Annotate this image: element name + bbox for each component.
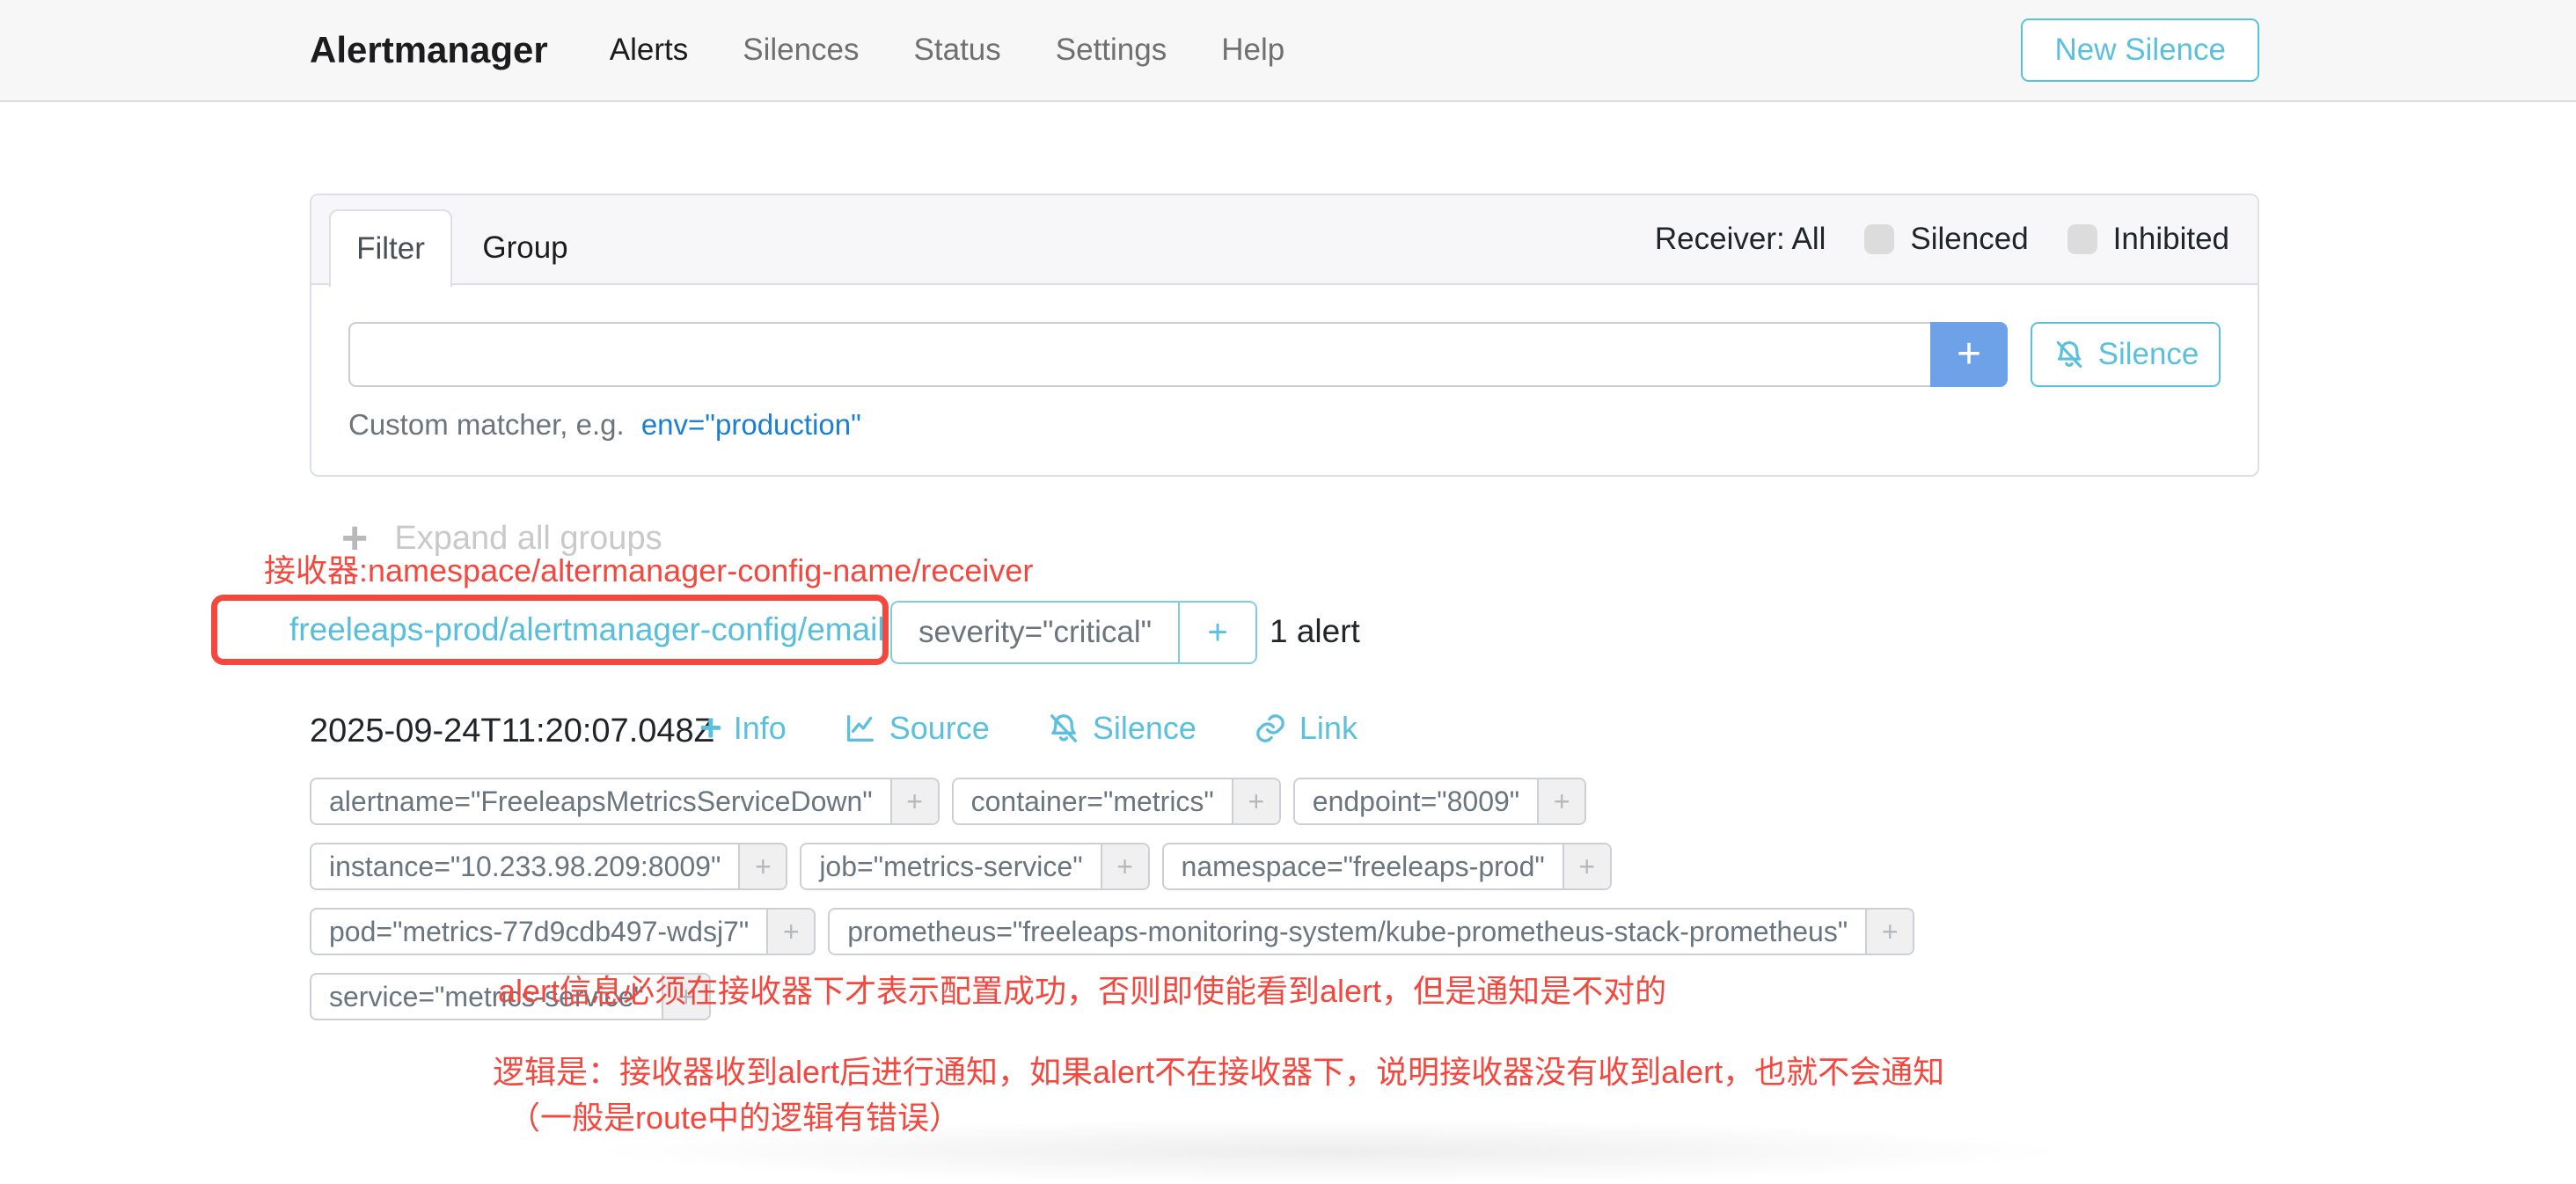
label-add-filter-button[interactable]: + bbox=[1562, 844, 1610, 888]
plus-icon: + bbox=[699, 709, 722, 748]
label-tag-alertname: alertname="FreeleapsMetricsServiceDown" … bbox=[310, 778, 940, 825]
app-brand[interactable]: Alertmanager bbox=[310, 29, 548, 71]
alert-groups-section: + Expand all groups 接收器:namespace/alterm… bbox=[0, 477, 2576, 1184]
info-link[interactable]: + Info bbox=[699, 709, 787, 748]
label-text: instance="10.233.98.209:8009" bbox=[311, 844, 738, 888]
source-label: Source bbox=[889, 710, 990, 747]
inhibited-toggle-group: Inhibited bbox=[2067, 222, 2229, 257]
label-text: alertname="FreeleapsMetricsServiceDown" bbox=[311, 779, 890, 823]
label-add-filter-button[interactable]: + bbox=[1865, 910, 1913, 954]
silence-filter-label: Silence bbox=[2098, 337, 2199, 372]
link-label: Link bbox=[1299, 710, 1358, 747]
label-add-filter-button[interactable]: + bbox=[766, 910, 814, 954]
silence-alert-label: Silence bbox=[1093, 710, 1197, 747]
label-add-filter-button[interactable]: + bbox=[1537, 779, 1584, 823]
label-tag-pod: pod="metrics-77d9cdb497-wdsj7" + bbox=[310, 908, 816, 955]
receiver-group-highlight-box: freeleaps-prod/alertmanager-config/email bbox=[211, 595, 889, 665]
silence-alert-link[interactable]: Silence bbox=[1046, 709, 1197, 748]
label-tag-job: job="metrics-service" + bbox=[800, 843, 1149, 890]
annotation-config-note: alert信息必须在接收器下才表示配置成功，否则即使能看到alert，但是通知是… bbox=[498, 966, 1666, 1012]
chart-line-icon bbox=[843, 711, 878, 746]
nav-item-silences[interactable]: Silences bbox=[743, 33, 859, 68]
label-tag-endpoint: endpoint="8009" + bbox=[1293, 778, 1586, 825]
bell-slash-icon bbox=[1046, 711, 1081, 746]
annotation-receiver-note: 接收器:namespace/altermanager-config-name/r… bbox=[264, 545, 1033, 591]
label-add-filter-button[interactable]: + bbox=[890, 779, 938, 823]
label-text: pod="metrics-77d9cdb497-wdsj7" bbox=[311, 910, 766, 954]
bottom-shadow-decoration bbox=[581, 1119, 2076, 1184]
label-text: prometheus="freeleaps-monitoring-system/… bbox=[830, 910, 1865, 954]
top-navbar: Alertmanager Alerts Silences Status Sett… bbox=[0, 0, 2576, 102]
label-text: job="metrics-service" bbox=[801, 844, 1100, 888]
label-text: endpoint="8009" bbox=[1295, 779, 1537, 823]
bell-slash-icon bbox=[2053, 338, 2086, 371]
nav-item-settings[interactable]: Settings bbox=[1056, 33, 1167, 68]
add-matcher-button[interactable]: + bbox=[1930, 322, 2008, 387]
alert-timestamp: 2025-09-24T11:20:07.048Z bbox=[310, 713, 714, 750]
matcher-hint-text: Custom matcher, e.g. bbox=[348, 408, 625, 441]
label-add-filter-button[interactable]: + bbox=[1101, 844, 1148, 888]
filter-panel-header: Filter Group Receiver: All Silenced Inhi… bbox=[311, 195, 2258, 285]
tab-filter[interactable]: Filter bbox=[329, 209, 452, 287]
label-tag-container: container="metrics" + bbox=[952, 778, 1281, 825]
silenced-label: Silenced bbox=[1910, 222, 2028, 257]
label-tag-namespace: namespace="freeleaps-prod" + bbox=[1162, 843, 1612, 890]
group-key-chip: severity="critical" + bbox=[890, 601, 1257, 664]
silenced-checkbox[interactable] bbox=[1864, 224, 1894, 254]
annotation-logic-note-1: 逻辑是：接收器收到alert后进行通知，如果alert不在接收器下，说明接收器没… bbox=[493, 1047, 1944, 1093]
alert-actions: + Info Source Silence bbox=[699, 709, 1358, 748]
silence-filter-button[interactable]: Silence bbox=[2031, 322, 2221, 387]
label-tag-instance: instance="10.233.98.209:8009" + bbox=[310, 843, 787, 890]
label-text: container="metrics" bbox=[954, 779, 1232, 823]
label-tag-prometheus: prometheus="freeleaps-monitoring-system/… bbox=[828, 908, 1914, 955]
tab-group[interactable]: Group bbox=[468, 209, 582, 287]
new-silence-button[interactable]: New Silence bbox=[2021, 18, 2259, 82]
filter-panel-body: + Silence Custom matcher, e.g. env="prod… bbox=[311, 285, 2258, 475]
filter-panel: Filter Group Receiver: All Silenced Inhi… bbox=[310, 194, 2259, 477]
link-icon bbox=[1253, 711, 1288, 746]
source-link[interactable]: Source bbox=[843, 709, 990, 748]
receiver-group-toggle[interactable]: freeleaps-prod/alertmanager-config/email bbox=[289, 611, 885, 648]
nav-item-help[interactable]: Help bbox=[1221, 33, 1284, 68]
info-label: Info bbox=[734, 710, 787, 747]
nav-links: Alerts Silences Status Settings Help bbox=[610, 33, 1284, 68]
group-key-label: severity="critical" bbox=[892, 603, 1178, 662]
label-add-filter-button[interactable]: + bbox=[738, 844, 786, 888]
nav-item-alerts[interactable]: Alerts bbox=[610, 33, 688, 68]
matcher-input[interactable] bbox=[348, 322, 1930, 387]
inhibited-label: Inhibited bbox=[2113, 222, 2229, 257]
filter-header-controls: Receiver: All Silenced Inhibited bbox=[1655, 195, 2229, 283]
nav-item-status[interactable]: Status bbox=[914, 33, 1001, 68]
alert-count: 1 alert bbox=[1270, 613, 1360, 650]
receiver-filter[interactable]: Receiver: All bbox=[1655, 222, 1826, 257]
matcher-example-link[interactable]: env="production" bbox=[641, 408, 861, 441]
label-add-filter-button[interactable]: + bbox=[1232, 779, 1279, 823]
matcher-row: + Silence bbox=[348, 322, 2221, 387]
generator-link[interactable]: Link bbox=[1253, 709, 1358, 748]
group-key-add-button[interactable]: + bbox=[1178, 603, 1255, 662]
matcher-input-group: + bbox=[348, 322, 2008, 387]
label-text: namespace="freeleaps-prod" bbox=[1164, 844, 1562, 888]
silenced-toggle-group: Silenced bbox=[1864, 222, 2028, 257]
inhibited-checkbox[interactable] bbox=[2067, 224, 2097, 254]
matcher-hint: Custom matcher, e.g. env="production" bbox=[348, 408, 2221, 442]
